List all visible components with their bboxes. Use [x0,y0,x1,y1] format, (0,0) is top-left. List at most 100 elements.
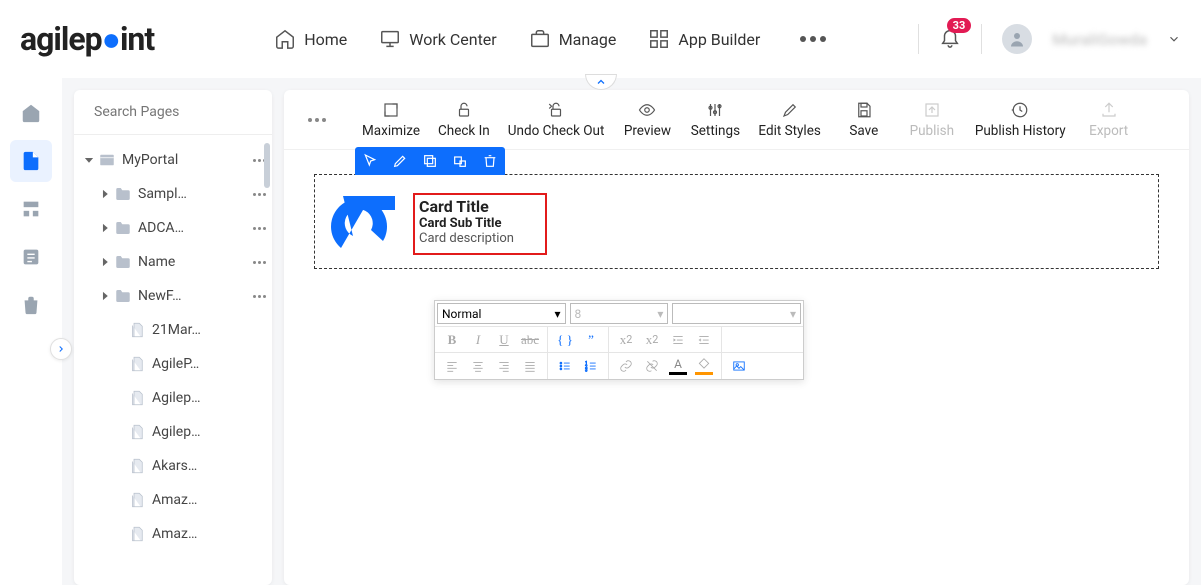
tool-publishhistory[interactable]: Publish History [975,101,1066,139]
rte-align-justify[interactable] [517,354,543,378]
rail-home[interactable] [10,92,52,134]
tool-label: Publish History [975,123,1066,139]
align-left-icon [445,359,459,373]
rte-align-center[interactable] [465,354,491,378]
tree-folder[interactable]: Name [74,245,272,279]
tool-label: Publish [910,123,955,139]
toolbar-more-button[interactable] [302,112,332,128]
tree-folder[interactable]: ADCA… [74,211,272,245]
widget-copy[interactable] [415,147,445,175]
rte-image[interactable] [726,354,752,378]
rte-strike[interactable]: abc [517,328,543,352]
align-justify-icon [523,359,537,373]
tree-folder[interactable]: Sampl… [74,177,272,211]
tree-root[interactable]: MyPortal [74,143,272,177]
tree-more-button[interactable] [247,261,272,264]
trash-icon [20,294,42,316]
rte-fontsize-select[interactable]: 8▾ [570,303,669,324]
rte-text-color[interactable]: A [665,354,691,378]
tool-checkin[interactable]: Check In [438,101,490,139]
tool-save[interactable]: Save [839,101,889,139]
rte-underline[interactable]: U [491,328,517,352]
tool-undocheckout[interactable]: Undo Check Out [508,101,605,139]
nav-manage[interactable]: Manage [529,28,617,50]
rte-subscript[interactable]: x2 [639,328,665,352]
tree-page[interactable]: Agilep… [74,415,272,449]
body-wrap: MyPortal Sampl… ADCA… Name [0,78,1201,585]
rte-link[interactable] [613,354,639,378]
rail-trash[interactable] [10,284,52,326]
tree-page[interactable]: AgileP… [74,347,272,381]
tree-page[interactable]: Amaz… [74,483,272,517]
tree-folder-label: ADCA… [138,220,247,236]
rail-expand-button[interactable] [50,338,72,360]
header-right: 33 MuraliGowda [918,24,1181,54]
tool-settings[interactable]: Settings [690,101,740,139]
tree-folder-label: NewF… [138,288,247,304]
nav-more-button[interactable] [792,28,834,50]
widget-edit[interactable] [385,147,415,175]
tree-page[interactable]: Akars… [74,449,272,483]
rte-italic[interactable]: I [465,328,491,352]
page-icon [128,525,146,543]
rail-list[interactable] [10,236,52,278]
rte-font-select[interactable]: ▾ [672,303,801,324]
tree-page[interactable]: Amaz… [74,517,272,551]
folder-icon [114,287,132,305]
rte-align-left[interactable] [439,354,465,378]
page-icon [128,491,146,509]
rte-align-right[interactable] [491,354,517,378]
nav-workcenter-label: Work Center [409,30,496,49]
card-widget[interactable]: Card Title Card Sub Title Card descripti… [314,174,1159,269]
tool-editstyles[interactable]: Edit Styles [758,101,820,139]
nav-home[interactable]: Home [274,28,347,50]
rte-quote[interactable]: ” [578,328,604,352]
caret-right-icon [98,289,112,303]
caret-right-icon [98,255,112,269]
search-input[interactable] [94,104,272,120]
rail-components[interactable] [10,188,52,230]
lock-undo-icon [547,101,565,119]
nav-workcenter[interactable]: Work Center [379,28,496,50]
briefcase-icon [529,28,551,50]
scrollbar-thumb[interactable] [264,143,270,188]
rte-ul[interactable] [552,354,578,378]
tree-folder-label: Name [138,254,247,270]
tree-more-button[interactable] [247,227,272,230]
rte-code[interactable]: { } [552,328,578,352]
nav-appbuilder[interactable]: App Builder [648,28,760,50]
notifications-button[interactable]: 33 [939,26,961,52]
widget-move[interactable] [445,147,475,175]
tool-label: Save [849,123,878,139]
rte-indent[interactable] [665,328,691,352]
notification-badge: 33 [947,18,972,33]
tree-folder[interactable]: NewF… [74,279,272,313]
card-text-block[interactable]: Card Title Card Sub Title Card descripti… [419,197,514,246]
user-avatar[interactable] [1002,24,1032,54]
tree-more-button[interactable] [247,295,272,298]
rte-ol[interactable]: 123 [578,354,604,378]
page-icon [128,389,146,407]
tree-page[interactable]: Agilep… [74,381,272,415]
trash-icon [482,153,498,169]
tool-maximize[interactable]: Maximize [362,101,420,139]
widget-delete[interactable] [475,147,505,175]
chevron-down-icon[interactable] [1167,32,1181,46]
tree-page[interactable]: 21Mar… [74,313,272,347]
rte-outdent[interactable] [691,328,717,352]
rte-bold[interactable]: B [439,328,465,352]
portal-icon [98,151,116,169]
widget-select-parent[interactable] [355,147,385,175]
tree-more-button[interactable] [247,193,272,196]
rte-superscript[interactable]: x2 [613,328,639,352]
rte-unlink[interactable] [639,354,665,378]
eye-icon [638,101,656,119]
rte-format-select[interactable]: Normal▾ [437,303,566,324]
tree-root-label: MyPortal [122,152,247,168]
design-canvas[interactable]: Card Title Card Sub Title Card descripti… [284,150,1189,585]
rail-pages[interactable] [10,140,52,182]
person-icon [1008,30,1026,48]
rte-bg-color[interactable] [691,354,717,378]
agilepoint-logo-icon [323,186,405,258]
tool-preview[interactable]: Preview [622,101,672,139]
